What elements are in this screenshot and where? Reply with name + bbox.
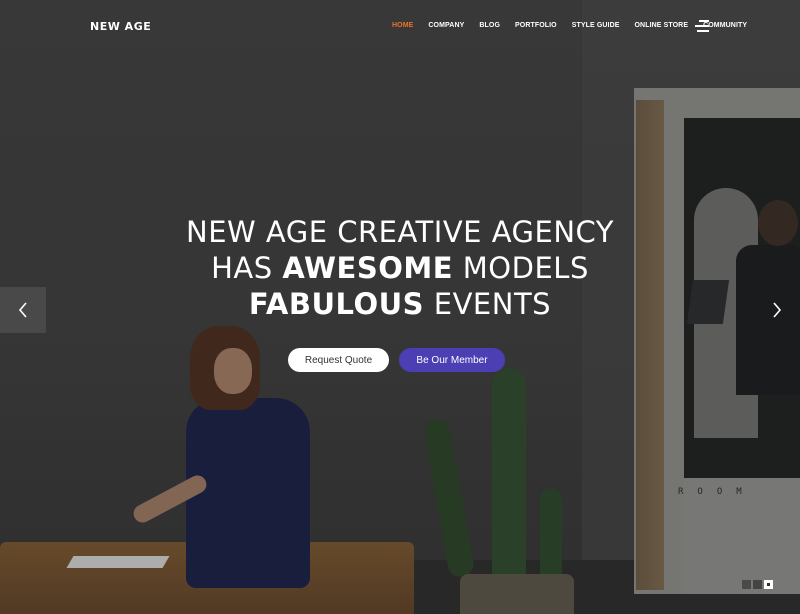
slider-pagination xyxy=(742,580,773,589)
nav-item-blog[interactable]: BLOG xyxy=(479,22,500,29)
nav-item-company[interactable]: COMPANY xyxy=(428,22,464,29)
hero-headline: NEW AGE CREATIVE AGENCY HAS AWESOME MODE… xyxy=(0,214,800,322)
headline-bold-text: FABULOUS xyxy=(248,287,425,321)
slider-dot[interactable] xyxy=(753,580,762,589)
chevron-left-icon xyxy=(18,302,27,318)
nav-item-portfolio[interactable]: PORTFOLIO xyxy=(515,22,557,29)
nav-item-home[interactable]: HOME xyxy=(392,22,413,29)
headline-text: EVENTS xyxy=(424,287,552,321)
nav-item-style-guide[interactable]: STYLE GUIDE xyxy=(572,22,620,29)
headline-text: HAS xyxy=(211,251,283,285)
headline-line-3: FABULOUS EVENTS xyxy=(0,286,800,322)
slider-dot-active[interactable] xyxy=(764,580,773,589)
slider-next-button[interactable] xyxy=(754,287,800,333)
headline-bold-text: AWESOME xyxy=(282,251,454,285)
nav-item-community[interactable]: COMMUNITY xyxy=(703,22,747,29)
headline-line-2: HAS AWESOME MODELS xyxy=(0,250,800,286)
site-logo[interactable]: NEW AGE xyxy=(90,20,151,33)
headline-line-1: NEW AGE CREATIVE AGENCY xyxy=(186,215,614,249)
request-quote-button[interactable]: Request Quote xyxy=(288,348,389,372)
be-our-member-button[interactable]: Be Our Member xyxy=(399,348,505,372)
nav-item-online-store[interactable]: ONLINE STORE xyxy=(635,22,689,29)
slider-dot[interactable] xyxy=(742,580,751,589)
chevron-right-icon xyxy=(773,302,782,318)
hamburger-menu-icon[interactable] xyxy=(695,20,709,32)
headline-text: MODELS xyxy=(453,251,589,285)
slider-prev-button[interactable] xyxy=(0,287,46,333)
